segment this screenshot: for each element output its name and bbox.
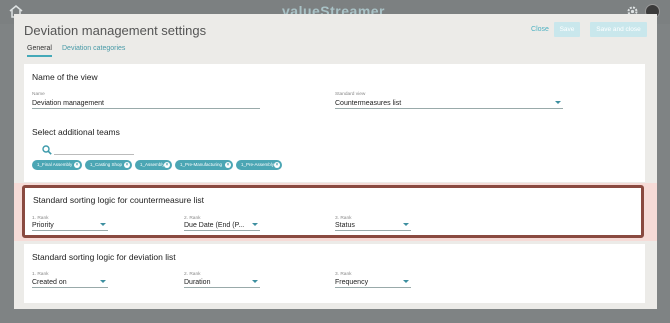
settings-dialog: Deviation management settings Close Save… (14, 14, 657, 309)
standard-view-label: Standard view (335, 92, 366, 97)
team-chip[interactable]: 1_Pre-Assembly × (236, 160, 282, 170)
chevron-down-icon (555, 101, 561, 104)
rank-select[interactable]: Priority (32, 221, 108, 231)
countermeasure-sort-card: Standard sorting logic for countermeasur… (22, 185, 644, 238)
rank-label: 2. Rank (184, 272, 201, 277)
search-icon[interactable] (42, 145, 52, 155)
chevron-down-icon (100, 280, 106, 283)
rank-label: 3. Rank (335, 272, 352, 277)
team-chip[interactable]: 1_Final Assembly × (32, 160, 82, 170)
section-title: Standard sorting logic for countermeasur… (33, 195, 205, 205)
close-icon[interactable]: × (74, 162, 80, 168)
close-icon[interactable]: × (124, 162, 130, 168)
rank-select[interactable]: Due Date (End (P... (184, 221, 260, 231)
chevron-down-icon (252, 280, 258, 283)
close-icon[interactable]: × (274, 162, 280, 168)
close-icon[interactable]: × (164, 162, 170, 168)
dialog-title: Deviation management settings (24, 23, 207, 38)
rank-select[interactable]: Status (335, 221, 411, 231)
chevron-down-icon (403, 280, 409, 283)
standard-view-select[interactable]: Countermeasures list (335, 99, 563, 109)
tab-general[interactable]: General (27, 45, 52, 57)
deviation-sort-card: Standard sorting logic for deviation lis… (24, 244, 645, 303)
close-button[interactable]: Close (529, 22, 551, 37)
standard-view-value: Countermeasures list (335, 100, 402, 107)
save-and-close-button[interactable]: Save and close (590, 22, 647, 37)
rank-select[interactable]: Duration (184, 278, 260, 288)
section-title: Select additional teams (32, 127, 120, 137)
teams-card: Select additional teams 1_Final Assembly… (24, 120, 645, 182)
rank-select[interactable]: Frequency (335, 278, 411, 288)
chevron-down-icon (403, 223, 409, 226)
team-chip[interactable]: 1_Pre-Manufacturing × (175, 160, 233, 170)
section-title: Standard sorting logic for deviation lis… (32, 252, 176, 262)
tab-deviation-categories[interactable]: Deviation categories (62, 45, 125, 52)
team-chip[interactable]: 1_Assembly × (135, 160, 172, 170)
section-title: Name of the view (32, 72, 98, 82)
close-icon[interactable]: × (225, 162, 231, 168)
name-label: Name (32, 92, 45, 97)
team-search-input[interactable] (54, 154, 134, 155)
view-name-card: Name of the view Name Deviation manageme… (24, 64, 645, 127)
rank-label: 1. Rank (32, 272, 49, 277)
save-button[interactable]: Save (554, 22, 580, 37)
rank-select[interactable]: Created on (32, 278, 108, 288)
chevron-down-icon (100, 223, 106, 226)
chevron-down-icon (252, 223, 258, 226)
team-chip[interactable]: 1_Casting Shop × (85, 160, 132, 170)
view-name-input[interactable]: Deviation management (32, 99, 260, 109)
